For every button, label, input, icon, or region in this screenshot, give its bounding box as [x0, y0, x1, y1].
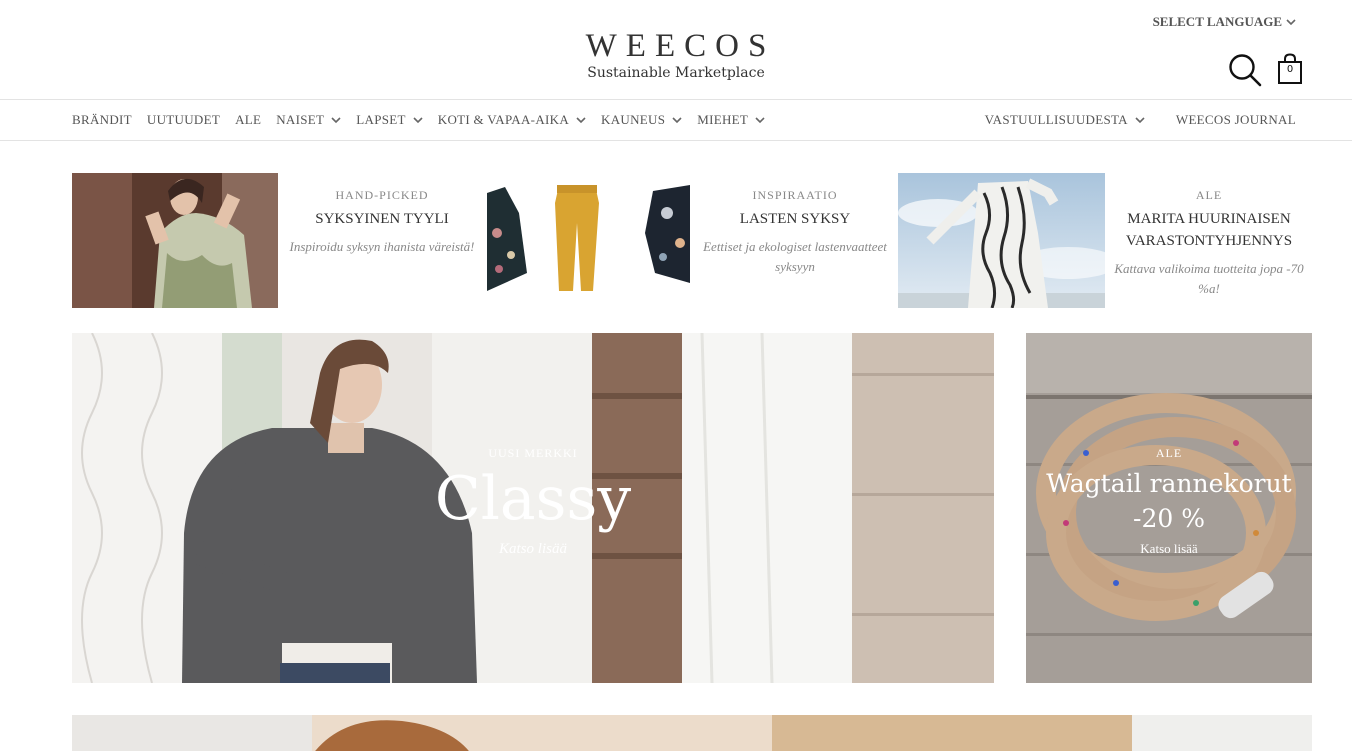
nav-item-label: MIEHET — [697, 112, 749, 127]
promo-image-autumn-style[interactable] — [72, 173, 278, 308]
next-banner-image[interactable] — [72, 715, 1312, 751]
promo-title[interactable]: MARITA HUURINAISEN VARASTONTYHJENNYS — [1114, 208, 1304, 252]
hero-overlay: UUSI MERKKI Classy Katso lisää — [72, 445, 994, 558]
hero-kicker: UUSI MERKKI — [488, 446, 578, 460]
dress-photo-image — [898, 173, 1105, 308]
chevron-down-icon — [1135, 117, 1145, 124]
promo-image-sale[interactable] — [898, 173, 1105, 308]
side-link[interactable]: Katso lisää — [1026, 541, 1312, 557]
nav-item-kauneus[interactable]: KAUNEUS — [601, 112, 682, 128]
kids-clothes-image — [485, 173, 690, 308]
promo-kids-autumn[interactable]: INSPIRAATIO LASTEN SYKSY Eettiset ja eko… — [700, 187, 890, 277]
chevron-down-icon — [755, 117, 765, 124]
nav-item-label: WEECOS JOURNAL — [1175, 112, 1296, 127]
model-photo-image — [72, 715, 1312, 751]
nav-item-weecos-journal[interactable]: WEECOS JOURNAL — [1176, 112, 1296, 128]
nav-item-uutuudet[interactable]: UUTUUDET — [147, 112, 220, 128]
logo[interactable]: WEECOS Sustainable Marketplace — [0, 28, 1352, 82]
nav-item-brandit[interactable]: BRÄNDIT — [72, 112, 132, 128]
nav-item-label: KAUNEUS — [601, 112, 666, 127]
nav-left: BRÄNDIT UUTUUDET ALE NAISET LAPSET KOTI & VAP… — [72, 100, 780, 140]
woman-photo-image — [72, 173, 278, 308]
logo-name[interactable]: WEECOS — [0, 28, 1352, 64]
nav-item-label: KOTI & VAPAA-AIKA — [437, 112, 570, 127]
nav-item-lapset[interactable]: LAPSET — [356, 112, 423, 128]
nav-item-label: NAISET — [276, 112, 325, 127]
hero-link[interactable]: Katso lisää — [72, 541, 994, 558]
cart-button[interactable]: 0 — [1277, 53, 1303, 85]
side-discount: -20 % — [1133, 504, 1205, 533]
search-icon[interactable] — [1228, 53, 1262, 87]
hero-banner[interactable]: UUSI MERKKI Classy Katso lisää — [72, 333, 994, 683]
nav-item-label: ALE — [235, 112, 262, 127]
side-title[interactable]: Wagtail rannekorut — [1026, 471, 1312, 496]
promo-description: Kattava valikoima tuotteita jopa -70 %a! — [1114, 261, 1304, 296]
nav-item-naiset[interactable]: NAISET — [276, 112, 341, 128]
language-selector[interactable]: SELECT LANGUAGE — [1153, 14, 1296, 30]
chevron-down-icon — [1286, 19, 1296, 26]
chevron-down-icon — [576, 117, 586, 124]
promo-kicker: HAND-PICKED — [335, 188, 429, 202]
nav-item-ale[interactable]: ALE — [235, 112, 261, 128]
promo-autumn-style[interactable]: HAND-PICKED SYKSYINEN TYYLI Inspiroidu s… — [287, 187, 477, 257]
logo-tagline: Sustainable Marketplace — [587, 65, 765, 81]
promo-kicker: ALE — [1195, 188, 1223, 202]
promo-description: Inspiroidu syksyn ihanista väreistä! — [289, 239, 475, 254]
cart-count: 0 — [1286, 64, 1294, 75]
nav-item-label: LAPSET — [356, 112, 406, 127]
nav-item-miehet[interactable]: MIEHET — [697, 112, 765, 128]
side-kicker: ALE — [1155, 446, 1183, 460]
site-header: WEECOS Sustainable Marketplace SELECT LA… — [0, 0, 1352, 100]
chevron-down-icon — [413, 117, 423, 124]
nav-item-vastuullisuudesta[interactable]: VASTUULLISUUDESTA — [985, 112, 1145, 128]
promo-image-kids-autumn[interactable] — [485, 173, 690, 308]
nav-item-label: VASTUULLISUUDESTA — [984, 112, 1128, 127]
main-nav: BRÄNDIT UUTUUDET ALE NAISET LAPSET KOTI & VAP… — [0, 100, 1352, 141]
promo-description: Eettiset ja ekologiset lastenvaatteet sy… — [703, 239, 887, 274]
promo-kicker: INSPIRAATIO — [752, 188, 838, 202]
chevron-down-icon — [331, 117, 341, 124]
hero-title[interactable]: Classy — [72, 469, 994, 529]
language-label: SELECT LANGUAGE — [1152, 14, 1282, 29]
chevron-down-icon — [672, 117, 682, 124]
promo-title[interactable]: SYKSYINEN TYYLI — [287, 208, 477, 230]
nav-item-label: UUTUUDET — [146, 112, 221, 127]
promo-sale[interactable]: ALE MARITA HUURINAISEN VARASTONTYHJENNYS… — [1114, 187, 1304, 299]
nav-item-koti-vapaa-aika[interactable]: KOTI & VAPAA-AIKA — [438, 112, 586, 128]
promo-title[interactable]: LASTEN SYKSY — [700, 208, 890, 230]
side-banner[interactable]: ALE Wagtail rannekorut -20 % Katso lisää — [1026, 333, 1312, 683]
side-overlay: ALE Wagtail rannekorut -20 % Katso lisää — [1026, 445, 1312, 557]
nav-right: VASTUULLISUUDESTA WEECOS JOURNAL — [954, 100, 1296, 140]
nav-item-label: BRÄNDIT — [72, 112, 132, 127]
